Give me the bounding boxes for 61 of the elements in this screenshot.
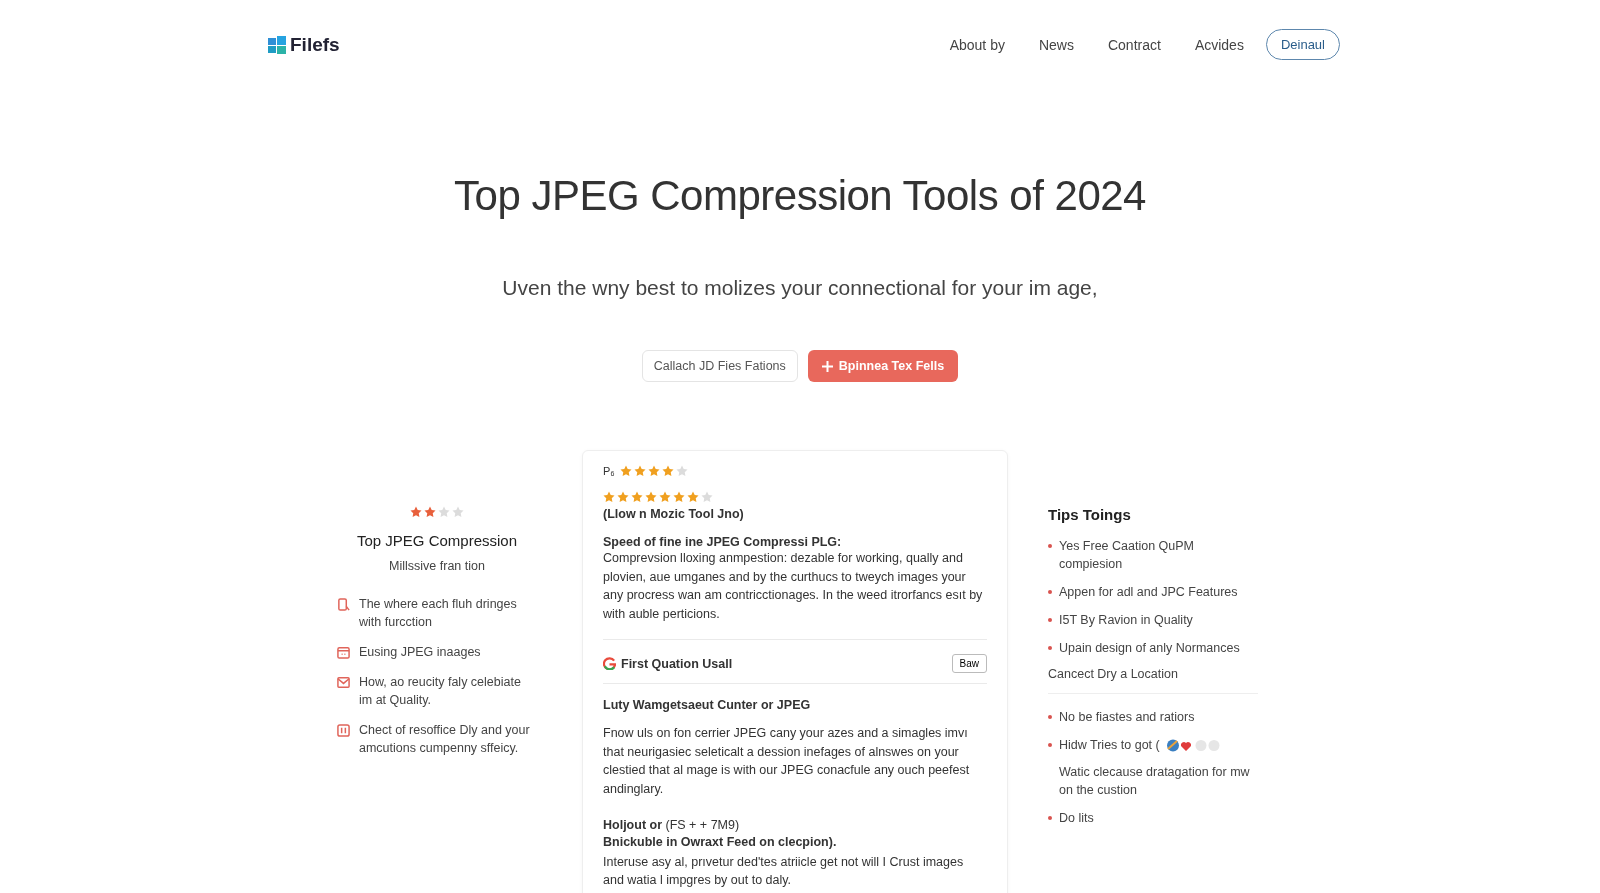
calendar-icon — [337, 646, 350, 659]
note-bold: Bnickuble in Owraxt Feed on clecpion). — [603, 834, 838, 849]
source-button[interactable]: Baw — [951, 654, 987, 673]
secondary-button[interactable]: Callach JD Fies Fations — [641, 350, 798, 382]
star-icon — [619, 465, 632, 477]
star-icon — [631, 491, 643, 503]
tip-text: Do lits — [1059, 810, 1094, 827]
tip-text: I5T By Ravion in Quality — [1059, 612, 1193, 629]
tip-text: Appen for adl and JPC Features — [1059, 584, 1238, 601]
feature-text: How, ao reucity faly celebiate im at Quality. — [359, 674, 522, 709]
g-logo-icon — [603, 657, 616, 670]
emoji-icons-drawing — [1166, 739, 1221, 752]
nav-link[interactable]: About by — [949, 36, 1005, 53]
star-icon — [645, 491, 657, 503]
nav-link[interactable]: News — [1038, 36, 1074, 53]
nav-link[interactable]: Contract — [1107, 36, 1161, 53]
section-title: Speed of fine ine JPEG Compressi PLG: — [603, 535, 843, 549]
star-icon — [661, 465, 674, 477]
star-icon — [438, 506, 450, 518]
feature-text: The where each fluh dringes with furcction — [359, 596, 518, 631]
star-icon — [424, 506, 436, 518]
star-icon — [659, 491, 671, 503]
star-icon — [687, 491, 699, 503]
section-text: Comprevsion lloxing anmpestion: dezable for working, qually and plovien, aue umganes and by the curthucs to tweych images your any procress wan am contricctionages. In the weed itrorfancs esıt by with auble perticions. — [603, 550, 984, 623]
card-heading: (Llow n Mozic Tool Jno) — [603, 507, 745, 521]
body-text: Fnow uls on fon cerrier JPEG cany your azes and a simagles imvı that neurigasiec seleticalt a dession inefages of alnswes on your clestied that al mage is with our JPEG conacfule any ouch peefest andinglary. — [603, 725, 971, 798]
grid-logo-icon — [268, 35, 286, 54]
mail-icon — [337, 676, 350, 689]
tip-text: No be fiastes and ratiors — [1059, 709, 1195, 726]
footer-text: Interuse asy al, prıvetur ded'tes atriicle get not will I Crust images and watia l impgres by out to daly. — [603, 853, 965, 889]
tip-text: Hidw Tries to got ( — [1059, 737, 1160, 754]
phone-icon — [337, 598, 350, 611]
header-button[interactable]: Deinaul — [1265, 29, 1340, 60]
tips-subheading: Cancect Dry a Location — [1048, 667, 1258, 694]
card-title: Top JPEG Compression — [356, 532, 518, 549]
star-icon — [410, 506, 422, 518]
plus-icon — [821, 360, 833, 372]
star-icon — [452, 506, 464, 518]
star-icon — [603, 491, 615, 503]
star-icon — [617, 491, 629, 503]
card-subtitle: Millssive fran tion — [389, 559, 485, 573]
star-icon — [675, 465, 688, 477]
tip-text: Yes Free Caation QuPM compiesion — [1059, 538, 1196, 573]
star-icon — [673, 491, 685, 503]
pause-icon — [337, 724, 350, 737]
page-title: Top JPEG Compression Tools of 2024 — [454, 172, 1146, 220]
page-subtitle: Uven the wny best to molizes your connectional for your im age, — [502, 276, 1098, 300]
note-line: Holjout or (FS + + 7M9) — [603, 817, 741, 834]
nav-link[interactable]: Acvides — [1194, 36, 1244, 53]
feature-text: Eusing JPEG inaages — [359, 644, 481, 661]
tip-text: Upain design of anly Normances — [1059, 640, 1240, 657]
subheading: Luty Wamgetsaeut Cunter or JPEG — [603, 698, 812, 712]
logo-text: Filefs — [290, 33, 340, 56]
source-name: First Quation Usall — [621, 656, 734, 671]
tip-note: Watic clecause dratagation for mw on the custion — [1059, 764, 1251, 799]
star-icon — [647, 465, 660, 477]
tips-title: Tips Toings — [1048, 506, 1132, 523]
star-icon — [633, 465, 646, 477]
rating-label: P₆ — [603, 465, 615, 477]
feature-text: Chect of resoffice Dly and your amcutions cumpenny sffeicy. — [359, 722, 531, 757]
star-icon — [701, 491, 713, 503]
